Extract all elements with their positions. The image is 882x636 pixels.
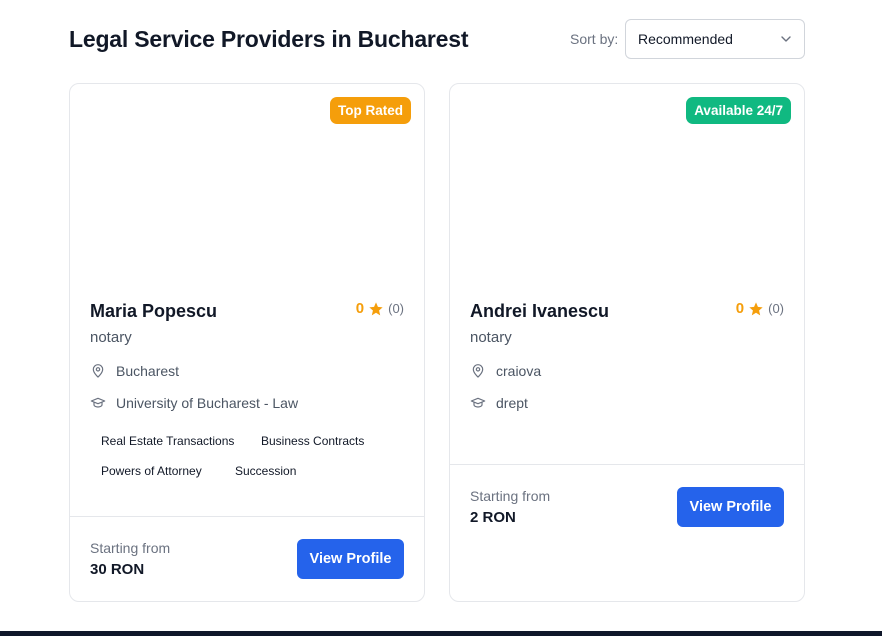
- education-row: University of Bucharest - Law: [90, 395, 298, 411]
- map-pin-icon: [92, 364, 104, 378]
- sort-selected-value: Recommended: [638, 31, 733, 47]
- provider-card: Available 24/7 Andrei Ivanescu 0 (0) not…: [449, 83, 805, 602]
- rating-score: 0: [355, 300, 365, 317]
- availability-badge: Available 24/7: [686, 97, 791, 124]
- footer-bar: [0, 631, 882, 636]
- card-divider: [70, 516, 424, 517]
- view-profile-button[interactable]: View Profile: [677, 487, 784, 527]
- sort-select[interactable]: Recommended: [625, 19, 805, 59]
- specialty-tag: Real Estate Transactions: [101, 434, 235, 448]
- provider-role: notary: [90, 329, 132, 346]
- provider-role: notary: [470, 329, 512, 346]
- provider-name: Andrei Ivanescu: [470, 301, 610, 321]
- review-count: (0): [388, 301, 404, 316]
- provider-name: Maria Popescu: [90, 301, 218, 321]
- location-row: Bucharest: [90, 363, 179, 379]
- location-text: craiova: [496, 363, 542, 379]
- star-icon: [369, 301, 383, 315]
- price-value: 30 RON: [90, 561, 145, 578]
- star-icon: [749, 301, 763, 315]
- graduation-cap-icon: [90, 397, 106, 408]
- rating: 0 (0): [356, 300, 404, 317]
- provider-card: Top Rated Maria Popescu 0 (0) notary Buc…: [69, 83, 425, 602]
- review-count: (0): [768, 301, 784, 316]
- map-pin-icon: [472, 364, 484, 378]
- graduation-cap-icon: [470, 397, 486, 408]
- rating-score: 0: [735, 300, 745, 317]
- price-label: Starting from: [470, 488, 551, 504]
- page-title: Legal Service Providers in Bucharest: [69, 26, 469, 52]
- location-text: Bucharest: [116, 363, 180, 379]
- price-value: 2 RON: [470, 509, 516, 526]
- specialty-tag: Succession: [235, 464, 297, 478]
- location-row: craiova: [470, 363, 541, 379]
- specialty-tag: Powers of Attorney: [101, 464, 202, 478]
- specialty-tag: Business Contracts: [261, 434, 365, 448]
- education-row: drept: [470, 395, 528, 411]
- education-text: drept: [496, 395, 528, 411]
- sort-label: Sort by:: [570, 31, 619, 47]
- card-divider: [450, 464, 804, 465]
- chevron-down-icon: [781, 36, 791, 42]
- view-profile-button[interactable]: View Profile: [297, 539, 404, 579]
- rating: 0 (0): [736, 300, 784, 317]
- top-rated-badge: Top Rated: [330, 97, 411, 124]
- education-text: University of Bucharest - Law: [116, 395, 299, 411]
- price-label: Starting from: [90, 540, 171, 556]
